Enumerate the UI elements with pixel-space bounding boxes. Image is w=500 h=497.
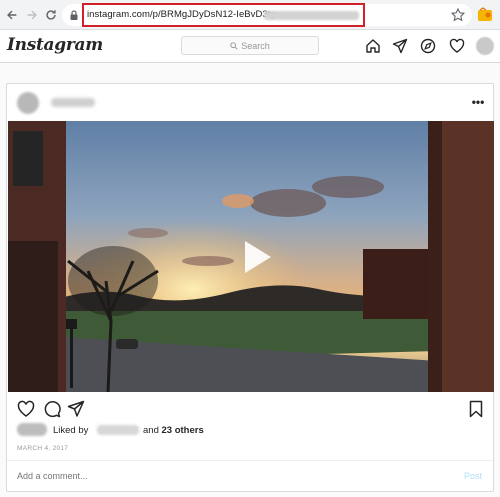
profile-avatar[interactable] xyxy=(476,37,494,55)
activity-heart-icon[interactable] xyxy=(449,38,465,54)
post-video[interactable] xyxy=(8,121,494,392)
url-redaction xyxy=(264,11,359,20)
back-icon[interactable] xyxy=(2,5,22,25)
post-comment-button[interactable]: Post xyxy=(464,471,482,481)
direct-message-icon[interactable] xyxy=(392,38,408,54)
extension-icon[interactable] xyxy=(476,6,494,24)
instagram-logo[interactable]: Instagram xyxy=(7,35,103,55)
author-avatar[interactable] xyxy=(17,92,39,114)
url-text[interactable]: instagram.com/p/BRMgJDyDsN12-IeBvD3tg xyxy=(87,9,276,20)
post-date[interactable]: MARCH 4, 2017 xyxy=(17,445,68,452)
liker-username-redacted[interactable] xyxy=(97,425,139,435)
search-input[interactable]: Search xyxy=(181,36,319,55)
reload-icon[interactable] xyxy=(41,5,61,25)
search-placeholder: Search xyxy=(241,40,270,51)
home-icon[interactable] xyxy=(365,38,381,54)
lock-icon xyxy=(70,10,78,20)
search-icon xyxy=(230,41,238,50)
likes-summary: Liked by and 23 others xyxy=(17,423,317,437)
more-options-icon[interactable]: ••• xyxy=(469,93,487,111)
bookmark-star-icon[interactable] xyxy=(450,7,466,23)
likes-and-others: and 23 others xyxy=(143,425,204,436)
explore-icon[interactable] xyxy=(420,38,436,54)
liker-avatar-redacted[interactable] xyxy=(17,423,47,436)
play-button-icon[interactable] xyxy=(233,235,277,279)
post-actions xyxy=(7,398,493,420)
url-highlight-box: instagram.com/p/BRMgJDyDsN12-IeBvD3tg xyxy=(82,3,365,27)
share-icon[interactable] xyxy=(67,400,85,418)
save-icon[interactable] xyxy=(467,400,485,418)
and-word: and xyxy=(143,425,159,436)
comment-section: Post xyxy=(7,460,493,491)
instagram-header: Instagram Search xyxy=(0,30,500,63)
browser-toolbar: instagram.com/p/BRMgJDyDsN12-IeBvD3tg xyxy=(0,0,500,30)
author-username-redacted[interactable] xyxy=(51,98,95,107)
address-bar[interactable]: instagram.com/p/BRMgJDyDsN12-IeBvD3tg xyxy=(62,3,472,27)
like-icon[interactable] xyxy=(17,400,35,418)
post-header: ••• xyxy=(7,84,493,121)
forward-icon[interactable] xyxy=(22,5,42,25)
post-card: ••• Liked by and 23 others MARCH 4, 2017… xyxy=(6,83,494,492)
comment-icon[interactable] xyxy=(43,400,61,418)
others-count-link[interactable]: 23 others xyxy=(162,425,204,436)
comment-input[interactable] xyxy=(17,471,417,481)
liked-by-text: Liked by xyxy=(53,425,89,436)
